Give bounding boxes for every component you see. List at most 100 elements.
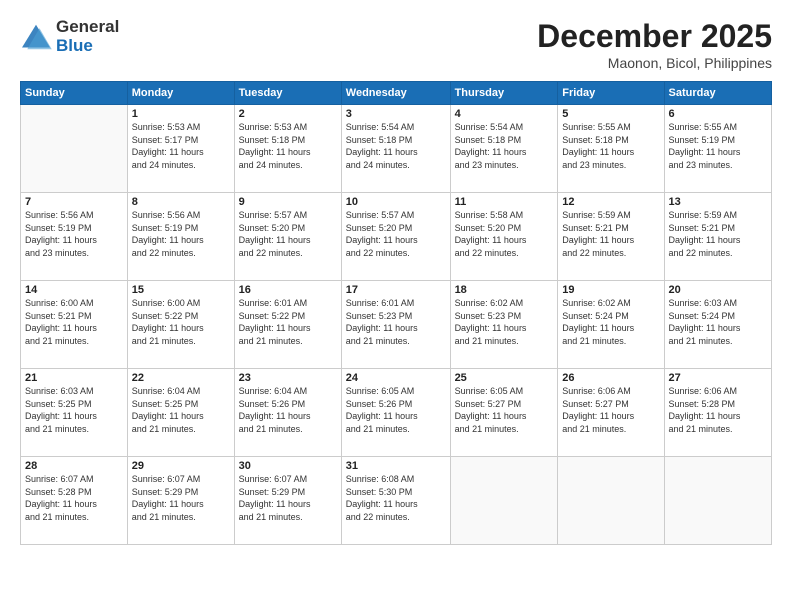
day-number: 15 [132,284,230,296]
day-info: Sunrise: 5:59 AMSunset: 5:21 PMDaylight:… [669,209,767,259]
day-info: Sunrise: 6:03 AMSunset: 5:25 PMDaylight:… [25,385,123,435]
day-info: Sunrise: 5:53 AMSunset: 5:18 PMDaylight:… [239,121,337,171]
month-title: December 2025 [537,18,772,55]
day-info: Sunrise: 6:04 AMSunset: 5:26 PMDaylight:… [239,385,337,435]
table-row: 20Sunrise: 6:03 AMSunset: 5:24 PMDayligh… [664,281,771,369]
day-number: 8 [132,196,230,208]
table-row: 6Sunrise: 5:55 AMSunset: 5:19 PMDaylight… [664,105,771,193]
day-info: Sunrise: 6:01 AMSunset: 5:23 PMDaylight:… [346,297,446,347]
day-number: 18 [455,284,554,296]
table-row: 4Sunrise: 5:54 AMSunset: 5:18 PMDaylight… [450,105,558,193]
col-monday: Monday [127,82,234,105]
col-friday: Friday [558,82,664,105]
table-row: 26Sunrise: 6:06 AMSunset: 5:27 PMDayligh… [558,369,664,457]
table-row: 17Sunrise: 6:01 AMSunset: 5:23 PMDayligh… [341,281,450,369]
day-info: Sunrise: 6:06 AMSunset: 5:27 PMDaylight:… [562,385,659,435]
table-row: 13Sunrise: 5:59 AMSunset: 5:21 PMDayligh… [664,193,771,281]
day-info: Sunrise: 5:57 AMSunset: 5:20 PMDaylight:… [239,209,337,259]
day-number: 24 [346,372,446,384]
table-row: 9Sunrise: 5:57 AMSunset: 5:20 PMDaylight… [234,193,341,281]
day-info: Sunrise: 6:07 AMSunset: 5:28 PMDaylight:… [25,473,123,523]
table-row: 10Sunrise: 5:57 AMSunset: 5:20 PMDayligh… [341,193,450,281]
calendar-week-row: 7Sunrise: 5:56 AMSunset: 5:19 PMDaylight… [21,193,772,281]
day-info: Sunrise: 6:02 AMSunset: 5:23 PMDaylight:… [455,297,554,347]
table-row: 15Sunrise: 6:00 AMSunset: 5:22 PMDayligh… [127,281,234,369]
day-number: 5 [562,108,659,120]
table-row: 1Sunrise: 5:53 AMSunset: 5:17 PMDaylight… [127,105,234,193]
table-row: 19Sunrise: 6:02 AMSunset: 5:24 PMDayligh… [558,281,664,369]
day-number: 16 [239,284,337,296]
day-info: Sunrise: 5:54 AMSunset: 5:18 PMDaylight:… [455,121,554,171]
table-row: 31Sunrise: 6:08 AMSunset: 5:30 PMDayligh… [341,457,450,545]
title-block: December 2025 Maonon, Bicol, Philippines [537,18,772,71]
table-row [558,457,664,545]
logo-icon [20,23,52,51]
logo: General Blue [20,18,119,55]
day-number: 11 [455,196,554,208]
day-number: 4 [455,108,554,120]
table-row: 18Sunrise: 6:02 AMSunset: 5:23 PMDayligh… [450,281,558,369]
table-row: 25Sunrise: 6:05 AMSunset: 5:27 PMDayligh… [450,369,558,457]
table-row: 27Sunrise: 6:06 AMSunset: 5:28 PMDayligh… [664,369,771,457]
table-row: 8Sunrise: 5:56 AMSunset: 5:19 PMDaylight… [127,193,234,281]
table-row: 12Sunrise: 5:59 AMSunset: 5:21 PMDayligh… [558,193,664,281]
day-number: 1 [132,108,230,120]
day-info: Sunrise: 6:04 AMSunset: 5:25 PMDaylight:… [132,385,230,435]
day-number: 7 [25,196,123,208]
day-info: Sunrise: 6:05 AMSunset: 5:27 PMDaylight:… [455,385,554,435]
day-info: Sunrise: 6:07 AMSunset: 5:29 PMDaylight:… [132,473,230,523]
calendar: Sunday Monday Tuesday Wednesday Thursday… [20,81,772,545]
day-info: Sunrise: 5:57 AMSunset: 5:20 PMDaylight:… [346,209,446,259]
day-info: Sunrise: 6:02 AMSunset: 5:24 PMDaylight:… [562,297,659,347]
calendar-week-row: 21Sunrise: 6:03 AMSunset: 5:25 PMDayligh… [21,369,772,457]
table-row: 14Sunrise: 6:00 AMSunset: 5:21 PMDayligh… [21,281,128,369]
location: Maonon, Bicol, Philippines [537,55,772,71]
col-tuesday: Tuesday [234,82,341,105]
day-number: 20 [669,284,767,296]
day-number: 29 [132,460,230,472]
table-row [664,457,771,545]
logo-line1: General [56,18,119,37]
calendar-week-row: 1Sunrise: 5:53 AMSunset: 5:17 PMDaylight… [21,105,772,193]
col-wednesday: Wednesday [341,82,450,105]
day-number: 3 [346,108,446,120]
day-info: Sunrise: 5:58 AMSunset: 5:20 PMDaylight:… [455,209,554,259]
day-number: 23 [239,372,337,384]
calendar-week-row: 14Sunrise: 6:00 AMSunset: 5:21 PMDayligh… [21,281,772,369]
table-row: 28Sunrise: 6:07 AMSunset: 5:28 PMDayligh… [21,457,128,545]
day-number: 21 [25,372,123,384]
table-row: 24Sunrise: 6:05 AMSunset: 5:26 PMDayligh… [341,369,450,457]
table-row: 16Sunrise: 6:01 AMSunset: 5:22 PMDayligh… [234,281,341,369]
day-info: Sunrise: 6:08 AMSunset: 5:30 PMDaylight:… [346,473,446,523]
day-info: Sunrise: 6:00 AMSunset: 5:21 PMDaylight:… [25,297,123,347]
table-row: 30Sunrise: 6:07 AMSunset: 5:29 PMDayligh… [234,457,341,545]
day-number: 28 [25,460,123,472]
day-number: 19 [562,284,659,296]
table-row: 7Sunrise: 5:56 AMSunset: 5:19 PMDaylight… [21,193,128,281]
table-row: 2Sunrise: 5:53 AMSunset: 5:18 PMDaylight… [234,105,341,193]
day-info: Sunrise: 5:53 AMSunset: 5:17 PMDaylight:… [132,121,230,171]
page: General Blue December 2025 Maonon, Bicol… [0,0,792,612]
day-number: 2 [239,108,337,120]
table-row: 22Sunrise: 6:04 AMSunset: 5:25 PMDayligh… [127,369,234,457]
table-row [21,105,128,193]
day-number: 14 [25,284,123,296]
day-number: 30 [239,460,337,472]
table-row: 5Sunrise: 5:55 AMSunset: 5:18 PMDaylight… [558,105,664,193]
day-number: 13 [669,196,767,208]
table-row: 23Sunrise: 6:04 AMSunset: 5:26 PMDayligh… [234,369,341,457]
day-number: 22 [132,372,230,384]
day-info: Sunrise: 5:55 AMSunset: 5:18 PMDaylight:… [562,121,659,171]
day-number: 9 [239,196,337,208]
day-info: Sunrise: 5:54 AMSunset: 5:18 PMDaylight:… [346,121,446,171]
day-info: Sunrise: 5:55 AMSunset: 5:19 PMDaylight:… [669,121,767,171]
day-info: Sunrise: 6:01 AMSunset: 5:22 PMDaylight:… [239,297,337,347]
day-number: 12 [562,196,659,208]
day-info: Sunrise: 6:07 AMSunset: 5:29 PMDaylight:… [239,473,337,523]
day-info: Sunrise: 5:59 AMSunset: 5:21 PMDaylight:… [562,209,659,259]
day-number: 10 [346,196,446,208]
col-sunday: Sunday [21,82,128,105]
day-info: Sunrise: 5:56 AMSunset: 5:19 PMDaylight:… [132,209,230,259]
day-info: Sunrise: 5:56 AMSunset: 5:19 PMDaylight:… [25,209,123,259]
day-number: 17 [346,284,446,296]
